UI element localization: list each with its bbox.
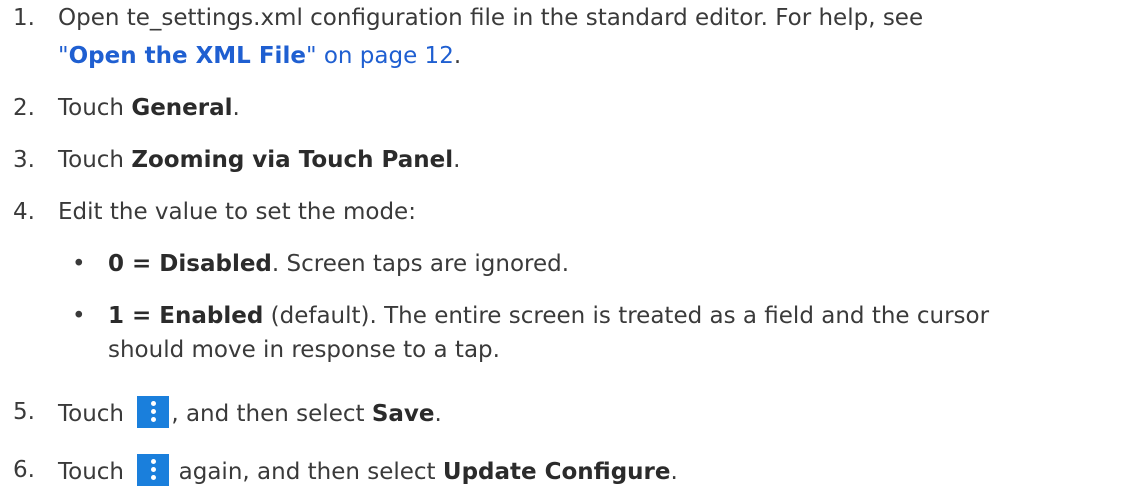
step-text: Touch again, and then select Update Conf… [58, 454, 678, 488]
bullet-desc-line2: should move in response to a tap. [108, 337, 500, 363]
step-number: 3. [13, 147, 35, 173]
link-title: Open the XML File [68, 43, 306, 69]
bullet-dot: • [72, 251, 86, 277]
bullet-desc: . Screen taps are ignored. [271, 251, 570, 277]
bullet-text: 1 = Enabled (default). The entire screen… [108, 300, 989, 332]
bullet-text: 0 = Disabled. Screen taps are ignored. [108, 248, 569, 280]
link-quote-close: " [305, 43, 317, 69]
step-text: Touch , and then select Save. [58, 396, 442, 430]
step-text-line2: "Open the XML File" on page 12. [58, 40, 461, 72]
step-number: 4. [13, 199, 35, 225]
step-mid: again, and then select [171, 459, 443, 485]
step-number: 5. [13, 399, 35, 425]
link-quote-open: " [58, 43, 69, 69]
step-pre: Touch [58, 459, 132, 485]
more-vert-icon [137, 454, 170, 486]
ui-term-save: Save [371, 401, 435, 427]
link-page-ref: on page 12 [316, 43, 454, 69]
bullet-value: 0 = Disabled [108, 251, 272, 277]
bullet-value: 1 = Enabled [108, 303, 264, 329]
step-end: . [670, 459, 678, 485]
step-text: Edit the value to set the mode: [58, 199, 416, 225]
step-end: . [232, 95, 240, 121]
ui-term-update-configure: Update Configure [442, 459, 671, 485]
step-pre: Touch [58, 95, 132, 121]
bullet-desc: (default). The entire screen is treated … [263, 303, 990, 329]
step-end: . [453, 147, 461, 173]
step-end: . [434, 401, 442, 427]
more-vert-icon [137, 396, 170, 428]
link-open-xml-file[interactable]: "Open the XML File" on page 12 [58, 43, 454, 69]
ui-term-zooming: Zooming via Touch Panel [131, 147, 454, 173]
step-mid: , and then select [171, 401, 372, 427]
bullet-dot: • [72, 303, 86, 329]
step-pre: Touch [58, 147, 132, 173]
step-end: . [453, 43, 462, 69]
ui-term-general: General [131, 95, 233, 121]
step-text: Touch Zooming via Touch Panel. [58, 144, 460, 176]
step-number: 2. [13, 95, 35, 121]
step-text: Touch General. [58, 92, 240, 124]
step-text: Open te_settings.xml configuration file … [58, 5, 924, 31]
step-number: 6. [13, 457, 35, 483]
step-number: 1. [13, 5, 35, 31]
step-pre: Touch [58, 401, 132, 427]
